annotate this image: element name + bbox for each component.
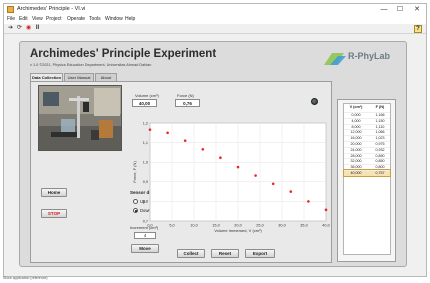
home-button[interactable]: Home: [41, 188, 67, 197]
menu-file[interactable]: File: [7, 16, 15, 22]
data-point: [324, 208, 328, 212]
column-header-force: F (N): [375, 105, 385, 109]
volume-readout: 40,00: [132, 99, 157, 107]
x-tick-label: 40,0: [322, 224, 329, 228]
x-tick-label: 20,0: [234, 224, 241, 228]
y-axis-label: Force, F (N): [132, 161, 137, 183]
data-point: [307, 200, 310, 203]
data-point: [183, 139, 187, 142]
y-tick-label: 1,2: [143, 121, 148, 125]
data-point: [219, 156, 222, 159]
status-led-icon: [311, 98, 318, 105]
x-tick-label: 25,0: [256, 224, 263, 228]
force-label: Force (N): [177, 93, 194, 98]
column-header-volume: V (cm³): [349, 105, 363, 109]
x-tick-label: 10,0: [190, 224, 197, 228]
tab-about[interactable]: About: [95, 73, 117, 81]
minimize-button[interactable]: —: [378, 5, 390, 14]
run-continuously-icon[interactable]: ⟳: [16, 25, 23, 32]
table-row: 32,000 0,850: [344, 158, 390, 164]
menu-tools[interactable]: Tools: [89, 16, 101, 22]
data-table: V (cm³) F (N) 0,000 1,166 4,000 1,150 8,000 1…: [337, 99, 396, 262]
export-button[interactable]: Export: [245, 249, 275, 258]
x-tick-label: 5,0: [169, 224, 174, 228]
table-row: 4,000 1,150: [344, 117, 390, 124]
window-title: Archimedes' Principle - VI.vi: [17, 6, 86, 12]
table-row: 36,000 0,800: [344, 164, 390, 170]
menu-project[interactable]: Project: [46, 16, 62, 22]
context-help-icon[interactable]: ?: [414, 25, 422, 33]
chart-svg: 0,0 5,0 10,0 15,0 20,0 25,0 30,0 35,0 40,0 0,7 0,8…: [132, 121, 330, 233]
x-tick-label: 15,0: [212, 224, 219, 228]
y-tick-label: 1,0: [143, 161, 148, 165]
menu-edit[interactable]: Edit: [19, 16, 28, 22]
data-point: [201, 147, 205, 151]
y-tick-label: 0,7: [143, 219, 148, 223]
data-point: [148, 128, 152, 131]
y-tick-label: 0,8: [143, 200, 148, 204]
volume-cell: 40,000: [350, 171, 362, 175]
table-row: 12,000 1,066: [344, 129, 390, 135]
stop-button[interactable]: STOP: [41, 209, 67, 218]
data-collection-panel: Volume (cm³) 40,00 Force (N) 0,76 Home S…: [30, 81, 332, 263]
menu-bar: File Edit View Project Operate Tools Win…: [4, 15, 426, 24]
x-tick-label: 0,0: [147, 224, 152, 228]
page-title: Archimedes' Principle Experiment: [30, 48, 217, 60]
y-tick-label: 0,9: [143, 180, 148, 184]
menu-window[interactable]: Window: [105, 16, 123, 22]
run-arrow-icon[interactable]: ➔: [7, 25, 14, 32]
toolbar: ➔ ⟳ ◉ II ?: [4, 24, 426, 34]
move-button[interactable]: Move: [131, 244, 159, 253]
data-point: [236, 165, 240, 169]
data-point: [271, 182, 275, 186]
app-icon: [7, 6, 14, 13]
table-row: 8,000 1,110: [344, 123, 390, 130]
pause-icon[interactable]: II: [34, 25, 41, 32]
status-bar: Show application (reference): [3, 276, 48, 280]
front-panel: Archimedes' Principle Experiment v 1.0 ©…: [19, 41, 407, 267]
menu-help[interactable]: Help: [125, 16, 135, 22]
experiment-photo: [38, 85, 122, 151]
title-bar: Archimedes' Principle - VI.vi — ☐ ✕: [4, 4, 426, 15]
table-row: 40,000 0,757: [343, 169, 391, 177]
table-row: 28,000 0,890: [344, 152, 390, 159]
table-row: 0,000 1,166: [344, 112, 390, 118]
data-point: [289, 190, 293, 193]
rphylab-logo: R-PhyLab: [322, 49, 392, 69]
x-tick-label: 30,0: [278, 224, 285, 228]
close-button[interactable]: ✕: [411, 5, 423, 14]
force-volume-chart: 0,0 5,0 10,0 15,0 20,0 25,0 30,0 35,0 40,0 0,7 0,8…: [130, 117, 332, 245]
logo-text: R-PhyLab: [348, 51, 391, 61]
table-row: 24,000 0,932: [344, 146, 390, 153]
tab-user-manual[interactable]: User Manual: [64, 73, 94, 81]
data-table-grid: V (cm³) F (N) 0,000 1,166 4,000 1,150 8,000 1…: [343, 103, 391, 255]
y-tick-label: 1,1: [143, 141, 148, 145]
x-axis-label: Volume Immersed, V (cm³): [214, 228, 262, 233]
data-point: [166, 131, 169, 135]
logo-graphic-icon: [324, 53, 346, 65]
x-tick-label: 35,0: [300, 224, 307, 228]
force-cell: 0,757: [375, 171, 385, 175]
apparatus-image: [39, 86, 121, 150]
table-row: 16,000 1,023: [344, 135, 390, 141]
page-subtitle: v 1.0 ©2021, Physics Education Departmen…: [30, 63, 152, 67]
data-point: [254, 174, 257, 177]
menu-operate[interactable]: Operate: [67, 16, 85, 22]
volume-label: Volume (cm³): [135, 93, 159, 98]
menu-view[interactable]: View: [32, 16, 43, 22]
abort-icon[interactable]: ◉: [25, 25, 32, 32]
collect-button[interactable]: Collect: [177, 249, 205, 258]
table-row: 20,000 0,975: [344, 141, 390, 147]
tab-data-collection[interactable]: Data Collection: [30, 73, 63, 81]
reset-button[interactable]: Reset: [211, 249, 239, 258]
force-readout: 0,76: [175, 99, 200, 107]
maximize-button[interactable]: ☐: [394, 5, 406, 14]
